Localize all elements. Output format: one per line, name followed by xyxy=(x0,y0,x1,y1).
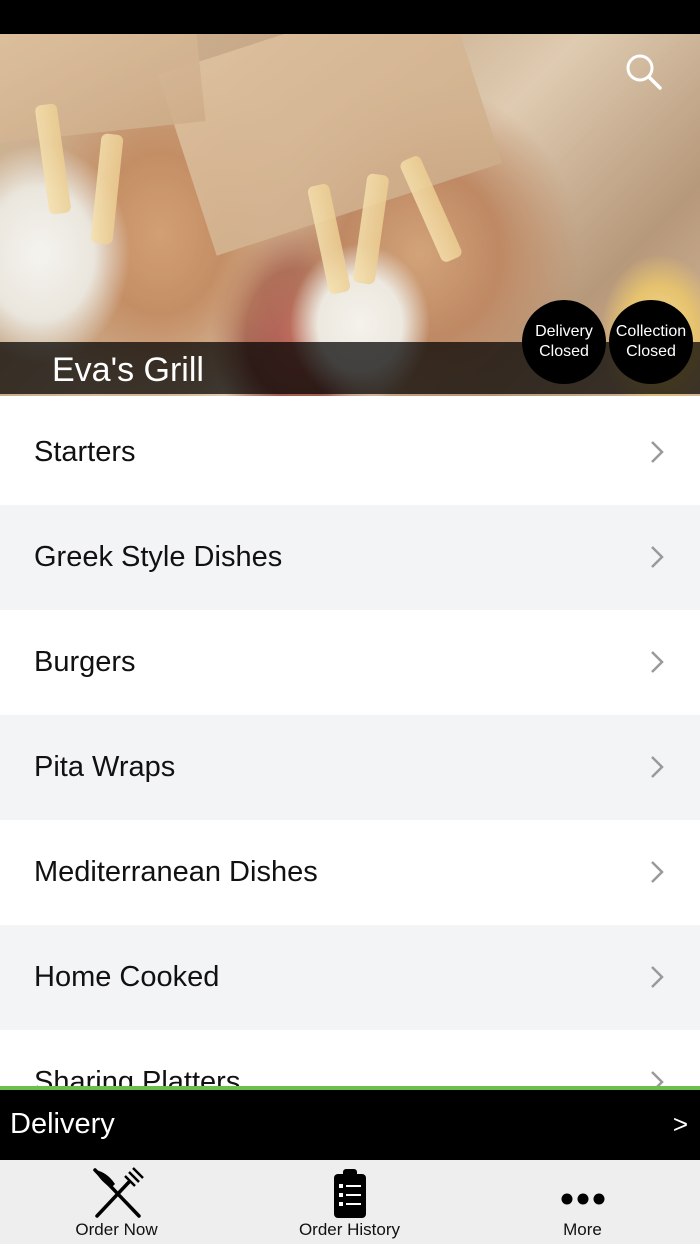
menu-category-label: Sharing Platters xyxy=(34,1066,241,1086)
tab-order-now[interactable]: Order Now xyxy=(0,1160,233,1244)
menu-category-label: Mediterranean Dishes xyxy=(34,856,318,888)
menu-category-list: Starters Greek Style Dishes Burgers Pita… xyxy=(0,400,700,1086)
delivery-badge-line2: Closed xyxy=(539,343,589,360)
chevron-right-icon xyxy=(651,441,664,463)
menu-category-burgers[interactable]: Burgers xyxy=(0,610,700,715)
chevron-right-icon xyxy=(651,546,664,568)
menu-category-sharing-platters[interactable]: Sharing Platters xyxy=(0,1030,700,1086)
menu-category-starters[interactable]: Starters xyxy=(0,400,700,505)
delivery-status-badge: Delivery Closed xyxy=(522,300,606,384)
menu-category-label: Starters xyxy=(34,436,136,468)
collection-badge-line1: Collection xyxy=(615,323,687,340)
tab-order-history[interactable]: Order History xyxy=(233,1160,466,1244)
more-dots-icon xyxy=(561,1193,604,1205)
chevron-right-icon xyxy=(651,966,664,988)
menu-category-pita-wraps[interactable]: Pita Wraps xyxy=(0,715,700,820)
order-mode-label: Delivery xyxy=(10,1108,115,1140)
hero-image: Eva's Grill Delivery Closed Collection C… xyxy=(0,34,700,396)
collection-badge-line2: Closed xyxy=(626,343,676,360)
menu-category-label: Burgers xyxy=(34,646,136,678)
menu-category-label: Home Cooked xyxy=(34,961,220,993)
menu-category-home-cooked[interactable]: Home Cooked xyxy=(0,925,700,1030)
fork-knife-icon xyxy=(92,1167,144,1218)
order-mode-bar[interactable]: Delivery > xyxy=(0,1090,700,1160)
tab-label: More xyxy=(563,1220,602,1239)
status-bar xyxy=(0,0,700,34)
tab-more[interactable]: More xyxy=(466,1160,699,1244)
search-icon[interactable] xyxy=(624,52,664,92)
order-mode-arrow: > xyxy=(672,1109,688,1139)
tab-label: Order History xyxy=(298,1220,401,1239)
menu-category-label: Greek Style Dishes xyxy=(34,541,283,573)
bottom-tab-bar: Order Now Order History More xyxy=(0,1160,700,1244)
chevron-right-icon xyxy=(651,756,664,778)
restaurant-name: Eva's Grill xyxy=(52,351,204,389)
collection-status-badge: Collection Closed xyxy=(609,300,693,384)
tab-label: Order Now xyxy=(75,1220,158,1239)
delivery-badge-line1: Delivery xyxy=(535,323,593,340)
menu-category-mediterranean-dishes[interactable]: Mediterranean Dishes xyxy=(0,820,700,925)
chevron-right-icon xyxy=(651,1071,664,1086)
chevron-right-icon xyxy=(651,861,664,883)
clipboard-list-icon xyxy=(333,1169,366,1218)
chevron-right-icon xyxy=(651,651,664,673)
menu-category-greek-style-dishes[interactable]: Greek Style Dishes xyxy=(0,505,700,610)
menu-category-label: Pita Wraps xyxy=(34,751,176,783)
